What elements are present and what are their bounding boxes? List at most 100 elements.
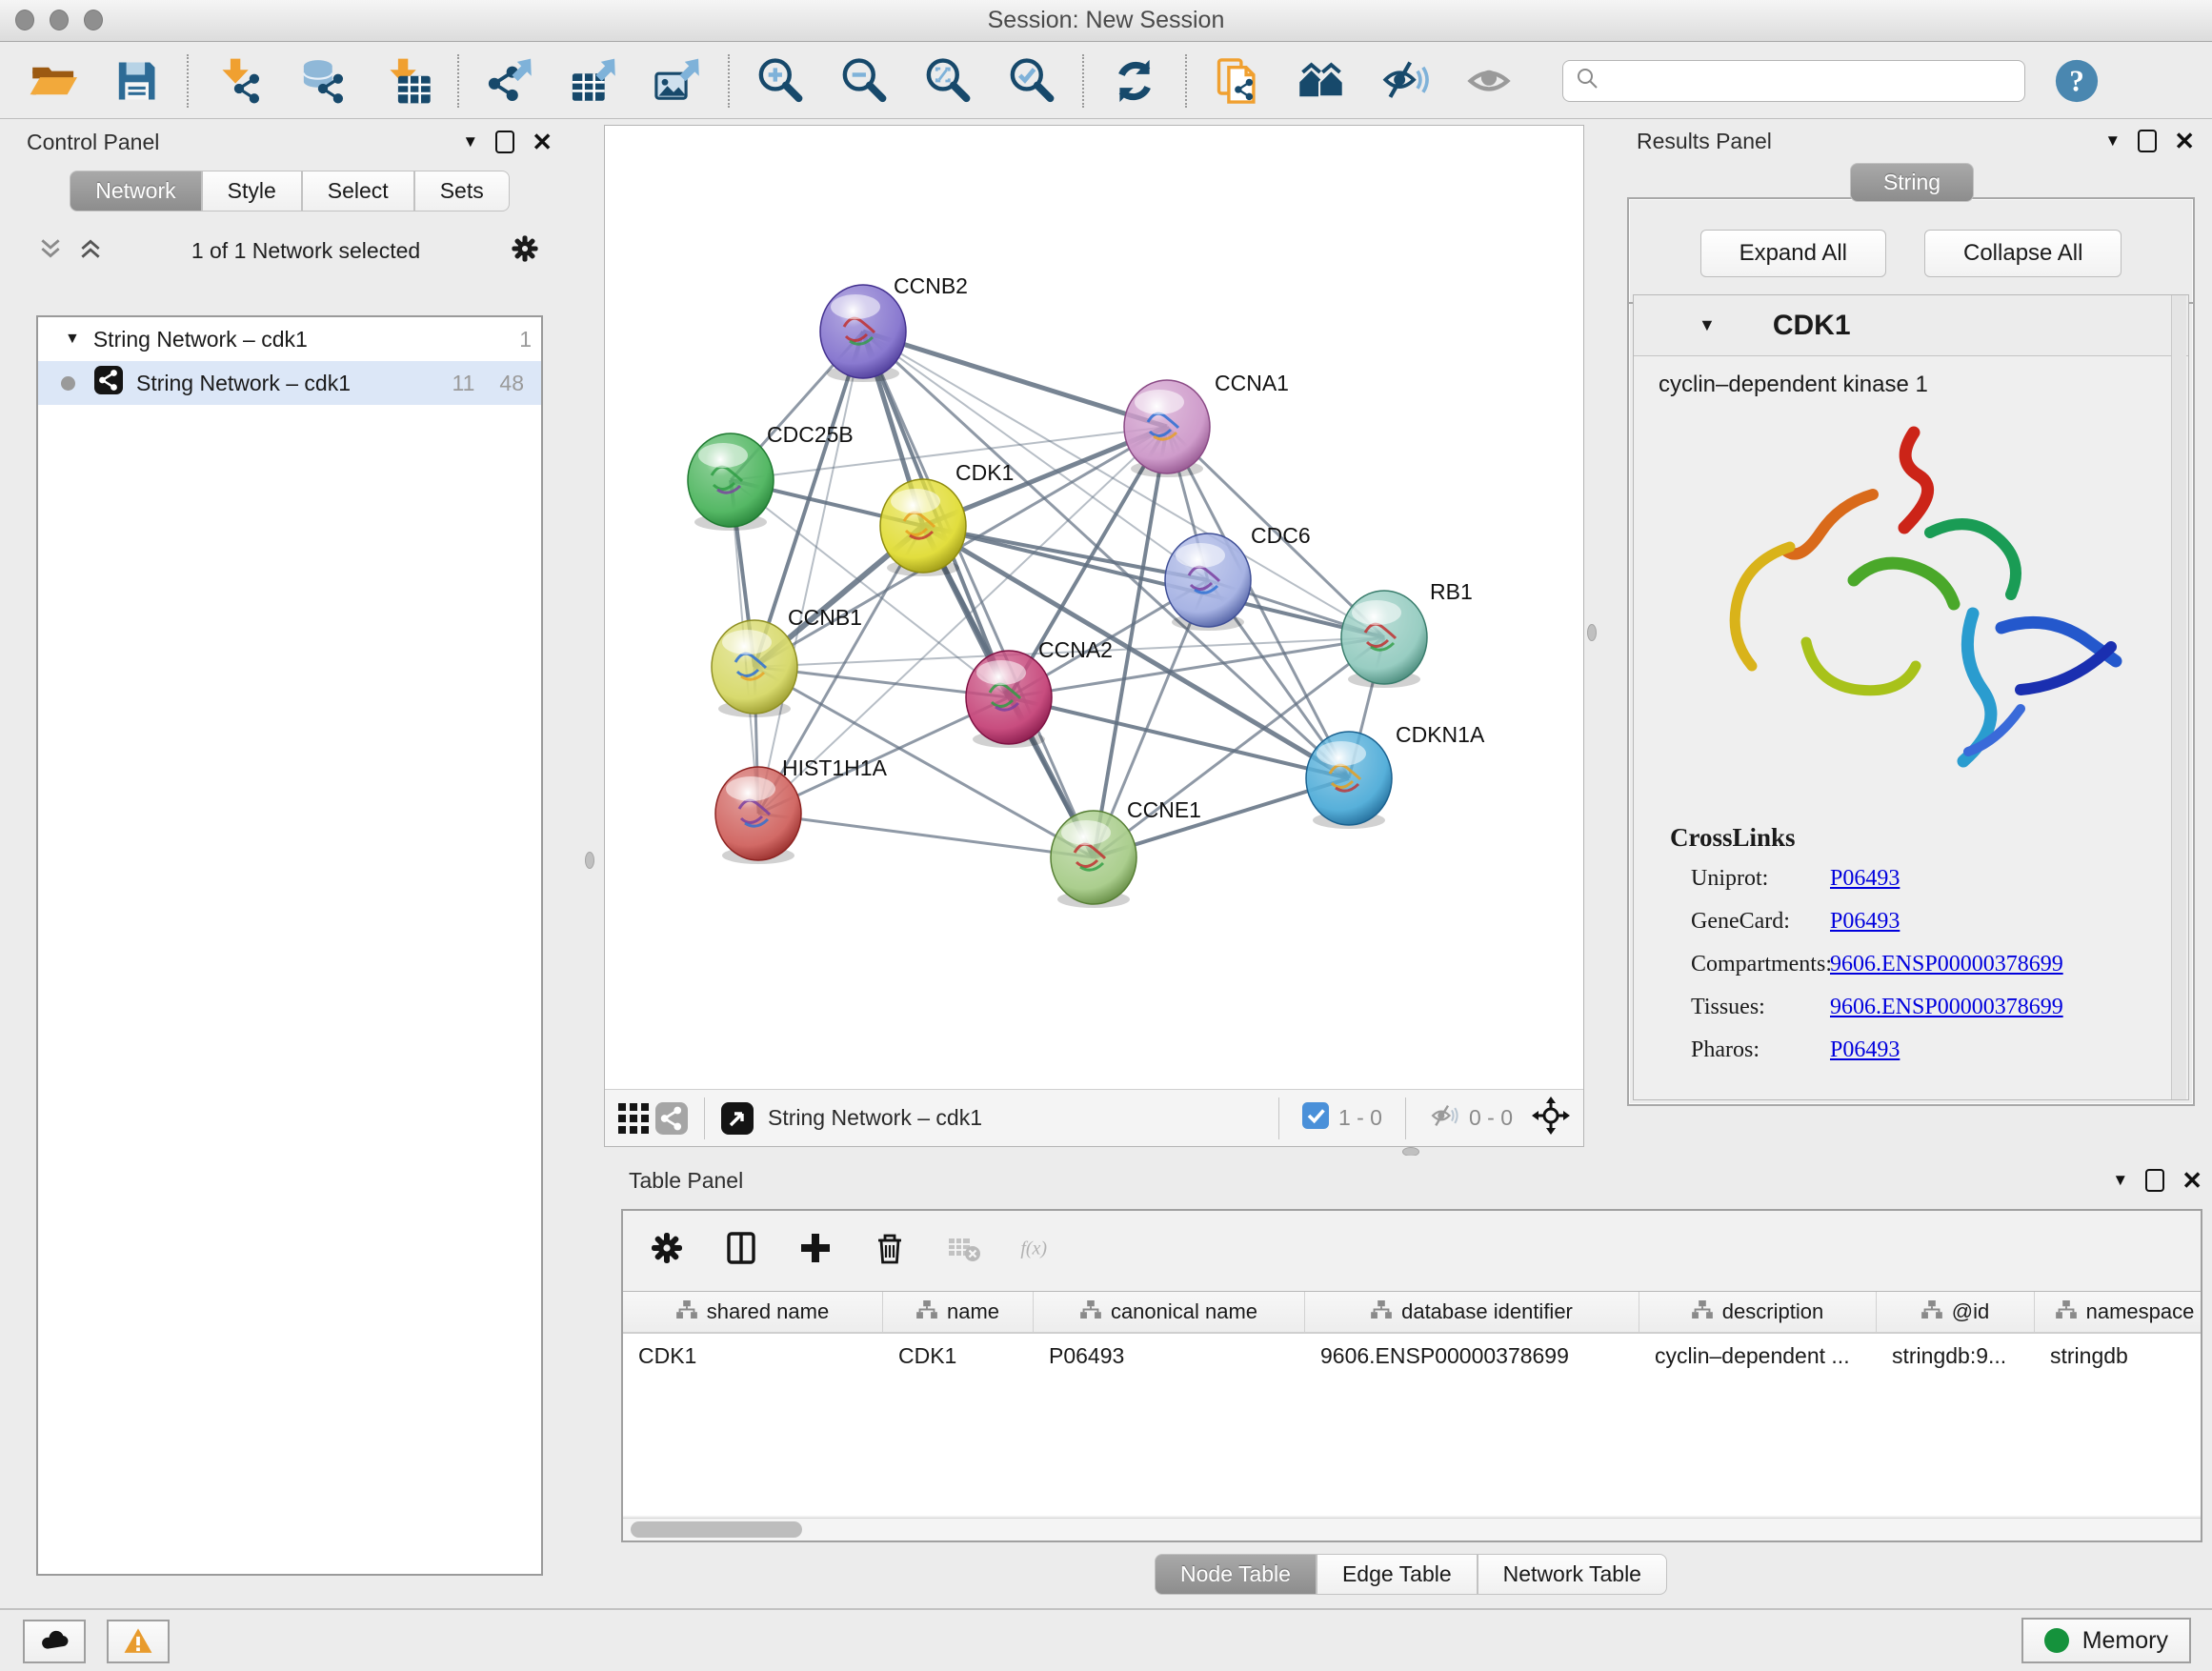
zoom-selected-button[interactable] — [1004, 53, 1059, 109]
collapse-all-button[interactable]: Collapse All — [1924, 230, 2122, 277]
protein-card-header[interactable]: ▼ CDK1 — [1634, 295, 2188, 356]
table-cell[interactable]: 9606.ENSP00000378699 — [1305, 1334, 1639, 1378]
node-CCNB1[interactable]: CCNB1 — [712, 605, 862, 717]
tab-node-table[interactable]: Node Table — [1155, 1554, 1317, 1595]
table-panel-close-icon[interactable]: ✕ — [2182, 1166, 2202, 1196]
node-CDKN1A[interactable]: CDKN1A — [1306, 722, 1485, 829]
edge-CCNB2-CCNE1[interactable] — [863, 332, 1094, 857]
table-cell[interactable]: CDK1 — [883, 1334, 1034, 1378]
show-columns-icon[interactable] — [720, 1227, 762, 1269]
zoom-in-button[interactable] — [753, 53, 808, 109]
column-header--id[interactable]: @id — [1877, 1292, 2035, 1332]
collection-expand-caret-icon[interactable]: ▼ — [65, 331, 80, 348]
tab-style[interactable]: Style — [202, 171, 302, 211]
save-session-button[interactable] — [109, 53, 164, 109]
export-network-button[interactable] — [482, 53, 537, 109]
edge-CCNB2-CCNA1[interactable] — [863, 332, 1167, 427]
hide-selected-button[interactable] — [1377, 53, 1433, 109]
search-box[interactable] — [1562, 60, 2025, 102]
expand-all-networks-icon[interactable] — [78, 236, 103, 266]
show-graphics-details-button[interactable] — [1461, 53, 1517, 109]
edge-CCNB2-HIST1H1A[interactable] — [758, 332, 863, 814]
zoom-out-button[interactable] — [836, 53, 892, 109]
node-table[interactable]: shared namenamecanonical namedatabase id… — [623, 1291, 2201, 1516]
network-row[interactable]: String Network – cdk1 11 48 — [38, 361, 541, 405]
import-network-file-button[interactable] — [211, 53, 267, 109]
network-options-gear-icon[interactable] — [509, 232, 541, 270]
table-cell[interactable]: stringdb — [2035, 1334, 2201, 1378]
crosslink-link[interactable]: P06493 — [1830, 866, 1900, 892]
column-header-canonical-name[interactable]: canonical name — [1034, 1292, 1305, 1332]
tab-select[interactable]: Select — [302, 171, 414, 211]
column-header-database-identifier[interactable]: database identifier — [1305, 1292, 1639, 1332]
zoom-fit-button[interactable] — [920, 53, 975, 109]
right-splitter-handle[interactable] — [1587, 624, 1597, 641]
crosslink-link[interactable]: P06493 — [1830, 1037, 1900, 1063]
left-splitter-handle[interactable] — [585, 852, 594, 869]
edge-CDK1-RB1[interactable] — [923, 526, 1384, 637]
help-button[interactable]: ? — [2052, 56, 2101, 106]
tab-string[interactable]: String — [1850, 163, 1974, 202]
node-CCNA1[interactable]: CCNA1 — [1124, 371, 1289, 477]
network-collection-row[interactable]: ▼ String Network – cdk1 1 — [38, 317, 541, 361]
delete-column-trash-icon[interactable] — [869, 1227, 911, 1269]
open-session-button[interactable] — [25, 53, 80, 109]
table-cell[interactable]: P06493 — [1034, 1334, 1305, 1378]
close-window-button[interactable] — [15, 10, 34, 30]
first-neighbors-button[interactable] — [1294, 53, 1349, 109]
open-in-window-icon[interactable] — [718, 1099, 756, 1137]
results-scrollbar[interactable] — [2171, 295, 2186, 1099]
import-network-database-button[interactable] — [295, 53, 351, 109]
export-image-button[interactable] — [650, 53, 705, 109]
tab-edge-table[interactable]: Edge Table — [1317, 1554, 1478, 1595]
tab-network[interactable]: Network — [70, 171, 201, 211]
crosslink-link[interactable]: 9606.ENSP00000378699 — [1830, 952, 2063, 977]
memory-button[interactable]: Memory — [2021, 1618, 2191, 1663]
results-panel-close-icon[interactable]: ✕ — [2174, 127, 2195, 156]
protein-expand-caret-icon[interactable]: ▼ — [1699, 315, 1716, 335]
warnings-button[interactable] — [107, 1620, 170, 1663]
network-canvas[interactable]: CCNB2 CCNA1 CDC25B CDK1 CDC6 RB1 CCNB1 C… — [605, 126, 1583, 1090]
table-cell[interactable]: CDK1 — [623, 1334, 883, 1378]
network-view[interactable]: CCNB2 CCNA1 CDC25B CDK1 CDC6 RB1 CCNB1 C… — [604, 125, 1584, 1147]
tab-sets[interactable]: Sets — [414, 171, 510, 211]
collapse-all-networks-icon[interactable] — [38, 236, 63, 266]
hidden-eye-icon[interactable] — [1429, 1100, 1459, 1137]
maximize-window-button[interactable] — [84, 10, 103, 30]
string-view-icon[interactable] — [653, 1099, 691, 1137]
minimize-window-button[interactable] — [50, 10, 69, 30]
table-panel-float-icon[interactable] — [2145, 1169, 2164, 1192]
grid-view-icon[interactable] — [614, 1099, 653, 1137]
tab-network-table[interactable]: Network Table — [1478, 1554, 1667, 1595]
column-header-name[interactable]: name — [883, 1292, 1034, 1332]
node-CDK1[interactable]: CDK1 — [880, 460, 1014, 576]
crosslink-link[interactable]: 9606.ENSP00000378699 — [1830, 995, 2063, 1020]
control-panel-close-icon[interactable]: ✕ — [532, 128, 553, 157]
table-panel-menu-icon[interactable]: ▼ — [2112, 1171, 2128, 1190]
fit-content-crosshair-icon[interactable] — [1532, 1097, 1570, 1140]
search-input[interactable] — [1607, 69, 2013, 93]
selected-checkbox-icon[interactable] — [1302, 1102, 1329, 1135]
column-header-description[interactable]: description — [1639, 1292, 1877, 1332]
table-options-gear-icon[interactable] — [646, 1227, 688, 1269]
refresh-button[interactable] — [1107, 53, 1162, 109]
export-table-button[interactable] — [566, 53, 621, 109]
cloud-status-button[interactable] — [23, 1620, 86, 1663]
expand-all-button[interactable]: Expand All — [1700, 230, 1886, 277]
results-panel-menu-icon[interactable]: ▼ — [2104, 131, 2121, 151]
table-scrollbar-thumb[interactable] — [631, 1521, 802, 1538]
table-horizontal-scrollbar[interactable] — [623, 1518, 2201, 1540]
node-CCNB2[interactable]: CCNB2 — [820, 273, 968, 382]
node-CDC25B[interactable]: CDC25B — [688, 422, 854, 531]
control-panel-menu-icon[interactable]: ▼ — [462, 132, 478, 151]
column-header-shared-name[interactable]: shared name — [623, 1292, 883, 1332]
node-RB1[interactable]: RB1 — [1341, 579, 1473, 688]
table-cell[interactable]: stringdb:9... — [1877, 1334, 2035, 1378]
column-header-namespace[interactable]: namespace — [2035, 1292, 2201, 1332]
table-cell[interactable]: cyclin–dependent ... — [1639, 1334, 1877, 1378]
node-HIST1H1A[interactable]: HIST1H1A — [715, 755, 888, 864]
create-column-plus-icon[interactable] — [794, 1227, 836, 1269]
edge-HIST1H1A-CCNE1[interactable] — [758, 814, 1094, 857]
clone-network-button[interactable] — [1210, 53, 1265, 109]
import-table-button[interactable] — [379, 53, 434, 109]
